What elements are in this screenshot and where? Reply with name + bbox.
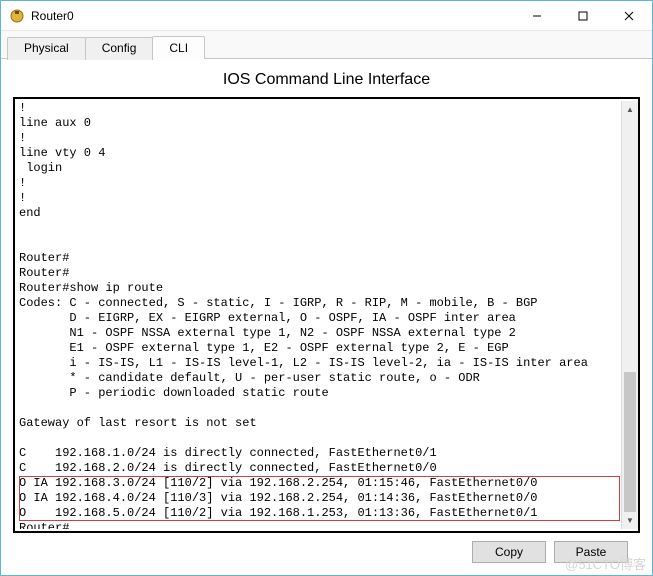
cli-panel: IOS Command Line Interface ! line aux 0 … xyxy=(1,59,652,575)
scroll-track[interactable] xyxy=(622,118,638,512)
window-title: Router0 xyxy=(31,9,514,23)
copy-button[interactable]: Copy xyxy=(472,541,546,563)
window-controls xyxy=(514,1,652,30)
minimize-button[interactable] xyxy=(514,1,560,30)
route-highlight xyxy=(19,476,620,521)
scroll-thumb[interactable] xyxy=(624,372,636,512)
cli-heading: IOS Command Line Interface xyxy=(13,71,640,89)
tab-cli[interactable]: CLI xyxy=(152,36,205,59)
paste-button[interactable]: Paste xyxy=(554,541,628,563)
maximize-button[interactable] xyxy=(560,1,606,30)
tab-bar: Physical Config CLI xyxy=(1,31,652,59)
app-window: Router0 Physical Config CLI IOS Command … xyxy=(0,0,653,576)
tab-config[interactable]: Config xyxy=(85,37,154,60)
scrollbar[interactable]: ▲ ▼ xyxy=(621,101,638,529)
scroll-up-button[interactable]: ▲ xyxy=(622,101,638,118)
scroll-down-button[interactable]: ▼ xyxy=(622,512,638,529)
action-bar: Copy Paste xyxy=(13,533,640,567)
terminal-output[interactable]: ! line aux 0 ! line vty 0 4 login ! ! en… xyxy=(19,101,621,529)
close-button[interactable] xyxy=(606,1,652,30)
tab-physical[interactable]: Physical xyxy=(7,37,86,60)
titlebar: Router0 xyxy=(1,1,652,31)
terminal-frame: ! line aux 0 ! line vty 0 4 login ! ! en… xyxy=(13,97,640,533)
app-icon xyxy=(9,8,25,24)
